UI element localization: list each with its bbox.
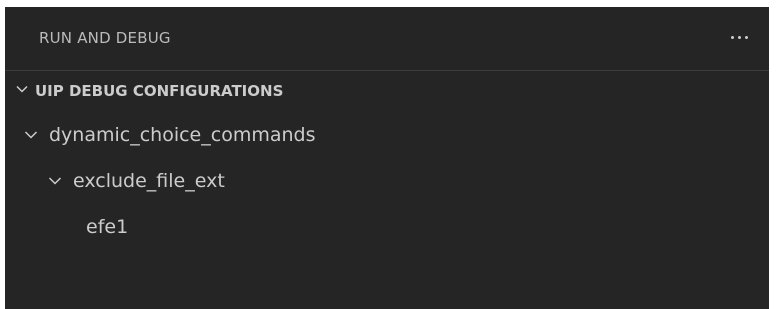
panel-title: RUN AND DEBUG	[39, 29, 171, 47]
chevron-down-icon	[16, 85, 28, 93]
section-title: UIP DEBUG CONFIGURATIONS	[35, 82, 284, 100]
panel-header: RUN AND DEBUG	[5, 7, 769, 70]
section-header-uip-debug-configurations[interactable]: UIP DEBUG CONFIGURATIONS	[5, 70, 769, 114]
chevron-down-icon	[48, 177, 62, 185]
more-actions-button[interactable]	[725, 25, 753, 49]
ellipsis-dot	[737, 35, 741, 39]
chevron-down-icon	[24, 131, 38, 139]
tree-item-dynamic-choice-commands[interactable]: dynamic_choice_commands	[5, 114, 769, 160]
tree-item-efe1[interactable]: efe1	[5, 206, 769, 252]
tree-item-label: dynamic_choice_commands	[49, 124, 316, 146]
run-and-debug-panel: RUN AND DEBUG UIP DEBUG CONFIGURATIONS d…	[5, 7, 769, 309]
tree-item-label: efe1	[86, 216, 129, 238]
ellipsis-dot	[744, 35, 748, 39]
tree-item-exclude-file-ext[interactable]: exclude_file_ext	[5, 160, 769, 206]
ellipsis-dot	[730, 35, 734, 39]
tree-item-label: exclude_file_ext	[73, 170, 225, 192]
